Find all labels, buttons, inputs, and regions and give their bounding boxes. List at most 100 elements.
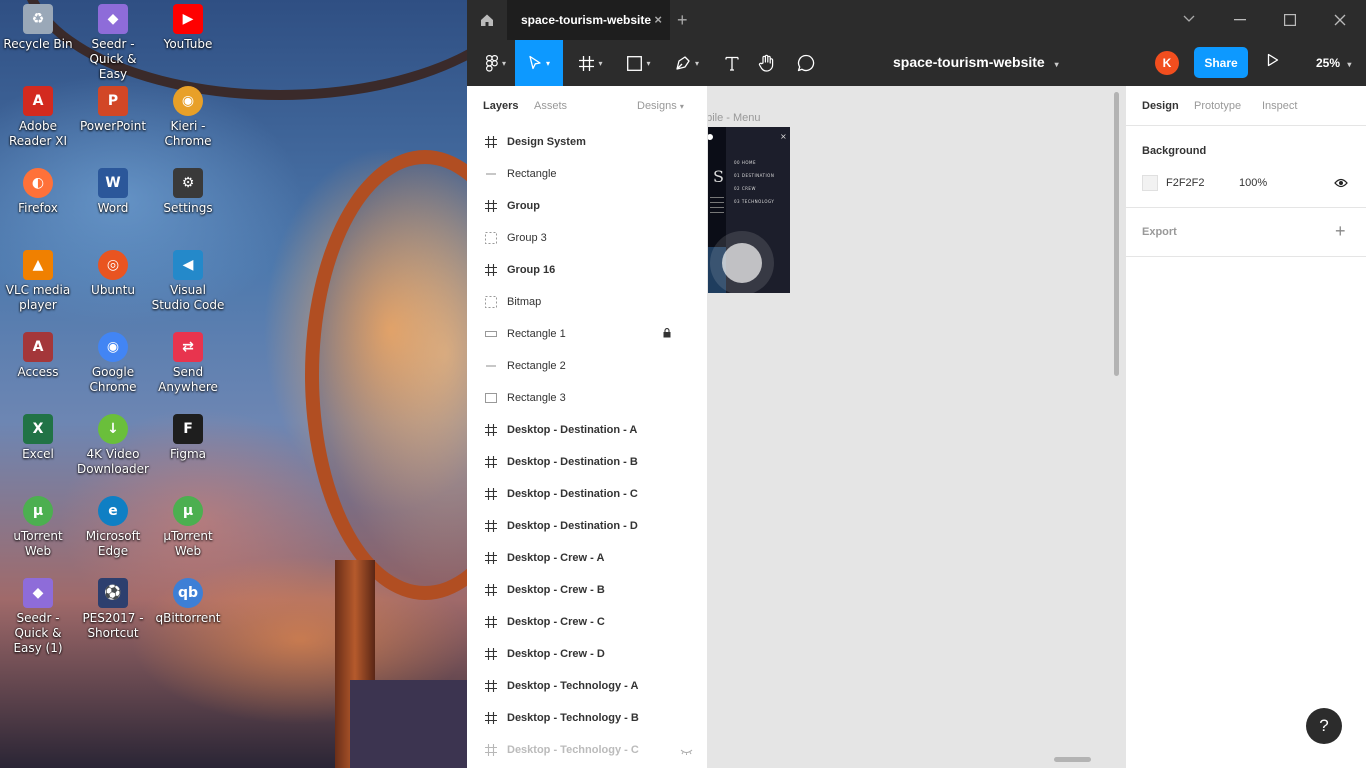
desktop-icon-pes[interactable]: ⚽ PES2017 - Shortcut bbox=[75, 578, 151, 641]
desktop-icon-access[interactable]: A Access bbox=[0, 332, 76, 380]
layer-row[interactable]: Rectangle 3 bbox=[467, 382, 707, 414]
frame-icon bbox=[484, 455, 498, 469]
layer-name: Group 16 bbox=[507, 264, 556, 276]
layer-row[interactable]: Group bbox=[467, 190, 707, 222]
layer-row[interactable]: Desktop - Crew - B bbox=[467, 574, 707, 606]
chevron-down-icon: ▾ bbox=[1054, 60, 1059, 69]
frame-icon bbox=[484, 551, 498, 565]
desktop-icon-seedr[interactable]: ◆ Seedr - Quick & Easy bbox=[75, 4, 151, 82]
tab-space-tourism-website[interactable]: space-tourism-website × bbox=[507, 0, 670, 40]
pen-tool-button[interactable]: ▾ bbox=[667, 40, 707, 86]
desktop-icon-chrome-profile[interactable]: ◉ Kieri - Chrome bbox=[150, 86, 226, 149]
add-export-button[interactable]: + bbox=[1335, 221, 1346, 242]
layer-row[interactable]: Rectangle 1 bbox=[467, 318, 707, 350]
desktop-icon-video-downloader[interactable]: ↓ 4K Video Downloader bbox=[75, 414, 151, 477]
tab-assets[interactable]: Assets bbox=[534, 100, 567, 112]
page-selector[interactable]: Designs ▾ bbox=[637, 100, 684, 112]
tab-prototype[interactable]: Prototype bbox=[1194, 100, 1241, 112]
lock-icon[interactable] bbox=[663, 328, 671, 341]
hand-tool-button[interactable] bbox=[750, 40, 784, 86]
main-menu-button[interactable]: ▾ bbox=[475, 40, 517, 86]
close-window-icon[interactable] bbox=[1334, 14, 1346, 26]
layer-row[interactable]: Desktop - Crew - C bbox=[467, 606, 707, 638]
help-button[interactable]: ? bbox=[1306, 708, 1342, 744]
present-button[interactable] bbox=[1267, 53, 1279, 70]
document-title[interactable]: space-tourism-website ▾ bbox=[893, 54, 1059, 70]
layers-panel-tabs: Layers Assets Designs ▾ bbox=[467, 86, 707, 126]
vertical-scrollbar[interactable] bbox=[1114, 92, 1119, 376]
pes-icon: ⚽ bbox=[98, 578, 128, 608]
layer-row[interactable]: Desktop - Destination - A bbox=[467, 414, 707, 446]
desktop-icon-ubuntu[interactable]: ◎ Ubuntu bbox=[75, 250, 151, 298]
minimize-icon[interactable] bbox=[1234, 19, 1246, 21]
layer-row[interactable]: Desktop - Crew - A bbox=[467, 542, 707, 574]
desktop-icon-vscode[interactable]: ◀ Visual Studio Code bbox=[150, 250, 226, 313]
background-color-swatch[interactable] bbox=[1142, 175, 1158, 191]
close-tab-icon[interactable]: × bbox=[654, 12, 662, 27]
recycle-bin-icon: ♻ bbox=[23, 4, 53, 34]
tab-design[interactable]: Design bbox=[1142, 100, 1179, 112]
layer-name: Rectangle bbox=[507, 168, 557, 180]
desktop-icon-settings[interactable]: ⚙ Settings bbox=[150, 168, 226, 216]
desktop-icon-vlc[interactable]: ▲ VLC media player bbox=[0, 250, 76, 313]
desktop-icon-qbittorrent[interactable]: qb qBittorrent bbox=[150, 578, 226, 626]
desktop-icon-powerpoint[interactable]: P PowerPoint bbox=[75, 86, 151, 134]
properties-panel: Design Prototype Inspect Background F2F2… bbox=[1125, 86, 1366, 768]
layer-name: Group 3 bbox=[507, 232, 547, 244]
mobile-menu-frame[interactable]: S × 00 HOME 01 DESTINATION 02 CREW 03 TECHN… bbox=[708, 127, 790, 293]
background-hex-field[interactable]: F2F2F2 bbox=[1166, 177, 1205, 189]
layer-row[interactable]: Desktop - Technology - C bbox=[467, 734, 707, 766]
maximize-icon[interactable] bbox=[1284, 14, 1296, 26]
frame-icon bbox=[484, 679, 498, 693]
desktop-icon-word[interactable]: W Word bbox=[75, 168, 151, 216]
comment-icon bbox=[797, 54, 815, 72]
desktop-icon-excel[interactable]: X Excel bbox=[0, 414, 76, 462]
layer-row[interactable]: Desktop - Destination - C bbox=[467, 478, 707, 510]
layer-row[interactable]: Group 16 bbox=[467, 254, 707, 286]
layer-row[interactable]: Rectangle bbox=[467, 158, 707, 190]
frame-tool-button[interactable]: ▾ bbox=[571, 40, 611, 86]
wallpaper-mirror bbox=[305, 150, 467, 600]
layer-row[interactable]: Bitmap bbox=[467, 286, 707, 318]
desktop-icon-utorrent[interactable]: µ uTorrent Web bbox=[0, 496, 76, 559]
desktop-icon-edge[interactable]: e Microsoft Edge bbox=[75, 496, 151, 559]
visibility-toggle[interactable] bbox=[1334, 177, 1348, 191]
desktop-icon-youtube[interactable]: ▶ YouTube bbox=[150, 4, 226, 52]
tab-inspect[interactable]: Inspect bbox=[1262, 100, 1297, 112]
desktop-icon-seedr-2[interactable]: ◆ Seedr - Quick & Easy (1) bbox=[0, 578, 76, 656]
comment-tool-button[interactable] bbox=[789, 40, 823, 86]
shape-tool-button[interactable]: ▾ bbox=[619, 40, 659, 86]
layer-row[interactable]: Rectangle 2 bbox=[467, 350, 707, 382]
frame-label[interactable]: obile - Menu bbox=[708, 112, 761, 124]
layer-row[interactable]: Desktop - Technology - B bbox=[467, 702, 707, 734]
frame-preview: S × bbox=[708, 127, 790, 293]
share-button[interactable]: Share bbox=[1194, 47, 1248, 78]
layer-row[interactable]: Desktop - Destination - D bbox=[467, 510, 707, 542]
desktop-icon-firefox[interactable]: ◐ Firefox bbox=[0, 168, 76, 216]
new-tab-button[interactable]: + bbox=[677, 10, 688, 31]
layer-row[interactable]: Desktop - Crew - D bbox=[467, 638, 707, 670]
canvas[interactable]: obile - Menu S × 00 HOME 01 DESTINATION 02… bbox=[708, 86, 1125, 768]
text-tool-button[interactable] bbox=[715, 40, 749, 86]
home-button[interactable] bbox=[467, 0, 507, 40]
desktop-icon-figma[interactable]: F Figma bbox=[150, 414, 226, 462]
eye-closed-icon[interactable] bbox=[680, 746, 693, 758]
ubuntu-icon: ◎ bbox=[98, 250, 128, 280]
zoom-dropdown[interactable]: 25% ▾ bbox=[1316, 56, 1351, 70]
layer-row[interactable]: Desktop - Destination - B bbox=[467, 446, 707, 478]
layer-row[interactable]: Desktop - Technology - A bbox=[467, 670, 707, 702]
desktop-icon-send-anywhere[interactable]: ⇄ Send Anywhere bbox=[150, 332, 226, 395]
desktop-icon-recycle-bin[interactable]: ♻ Recycle Bin bbox=[0, 4, 76, 52]
layer-row[interactable]: Group 3 bbox=[467, 222, 707, 254]
background-opacity-field[interactable]: 100% bbox=[1239, 177, 1267, 189]
layer-row[interactable]: Design System bbox=[467, 126, 707, 158]
desktop-icon-adobe-reader[interactable]: A Adobe Reader XI bbox=[0, 86, 76, 149]
desktop-icon-label: Recycle Bin bbox=[3, 37, 73, 51]
desktop-icon-chrome[interactable]: ◉ Google Chrome bbox=[75, 332, 151, 395]
avatar[interactable]: K bbox=[1155, 51, 1179, 75]
chevron-down-icon[interactable] bbox=[1183, 15, 1195, 23]
horizontal-scrollbar[interactable] bbox=[1054, 757, 1091, 762]
move-tool-button[interactable]: ▾ bbox=[515, 40, 563, 86]
desktop-icon-utorrent-web[interactable]: µ µTorrent Web bbox=[150, 496, 226, 559]
tab-layers[interactable]: Layers bbox=[483, 100, 518, 112]
